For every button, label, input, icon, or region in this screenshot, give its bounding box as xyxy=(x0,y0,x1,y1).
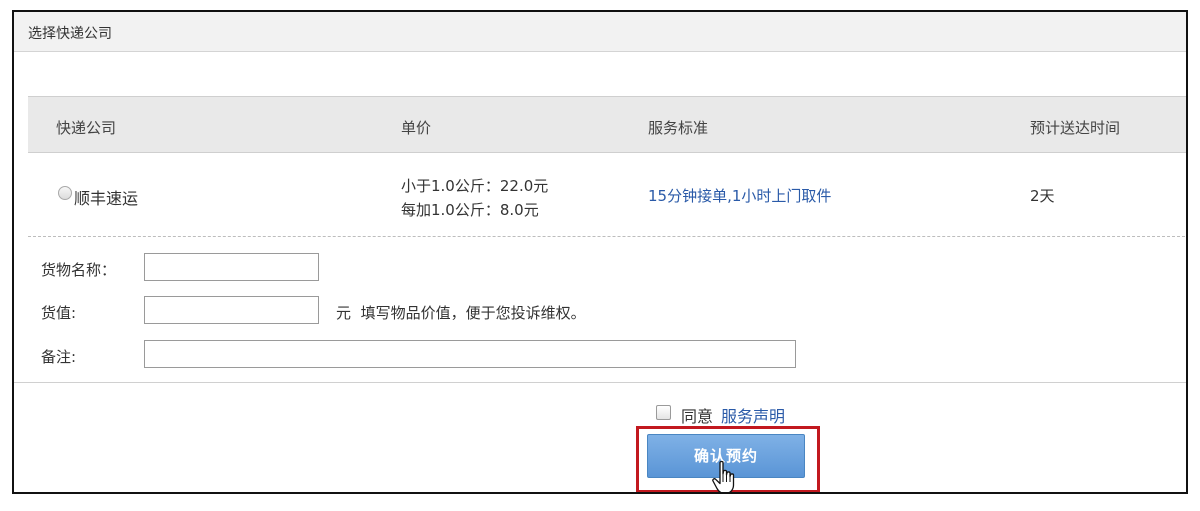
panel-header: 选择快递公司 xyxy=(14,12,1186,52)
section-divider xyxy=(14,382,1186,383)
table-header: 快递公司 单价 服务标准 预计送达时间 xyxy=(28,96,1186,153)
goods-value-hint-text: 填写物品价值，便于您投诉维权。 xyxy=(360,304,586,322)
table-row: 顺丰速运 小于1.0公斤：22.0元 每加1.0公斤：8.0元 15分钟接单,1… xyxy=(28,153,1186,237)
goods-value-hint: 元 填写物品价值，便于您投诉维权。 xyxy=(336,302,586,323)
price-line-base: 小于1.0公斤：22.0元 xyxy=(401,177,549,195)
goods-value-input[interactable] xyxy=(144,296,319,324)
company-radio[interactable] xyxy=(58,186,72,200)
service-statement-link[interactable]: 服务声明 xyxy=(721,403,785,427)
estimated-delivery: 2天 xyxy=(1030,187,1055,205)
note-label: 备注: xyxy=(41,348,77,366)
price-line-additional: 每加1.0公斤：8.0元 xyxy=(401,201,539,219)
agree-checkbox[interactable] xyxy=(656,405,671,420)
header-unit-price: 单价 xyxy=(401,119,432,137)
courier-selection-panel: 选择快递公司 快递公司 单价 服务标准 预计送达时间 顺丰速运 小于1.0公斤：… xyxy=(12,10,1188,494)
goods-value-label: 货值: xyxy=(41,304,77,322)
agree-label: 同意 xyxy=(681,407,714,426)
hand-pointer-icon xyxy=(712,460,735,492)
note-input[interactable] xyxy=(144,340,796,368)
header-estimated-delivery: 预计送达时间 xyxy=(1030,119,1121,137)
goods-name-input[interactable] xyxy=(144,253,319,281)
goods-name-label: 货物名称： xyxy=(41,261,117,279)
company-name[interactable]: 顺丰速运 xyxy=(74,185,138,209)
header-company: 快递公司 xyxy=(56,119,117,137)
panel-title: 选择快递公司 xyxy=(28,26,112,42)
goods-value-unit: 元 xyxy=(336,304,352,322)
header-service-standard: 服务标准 xyxy=(648,119,709,137)
service-standard: 15分钟接单,1小时上门取件 xyxy=(648,187,832,205)
